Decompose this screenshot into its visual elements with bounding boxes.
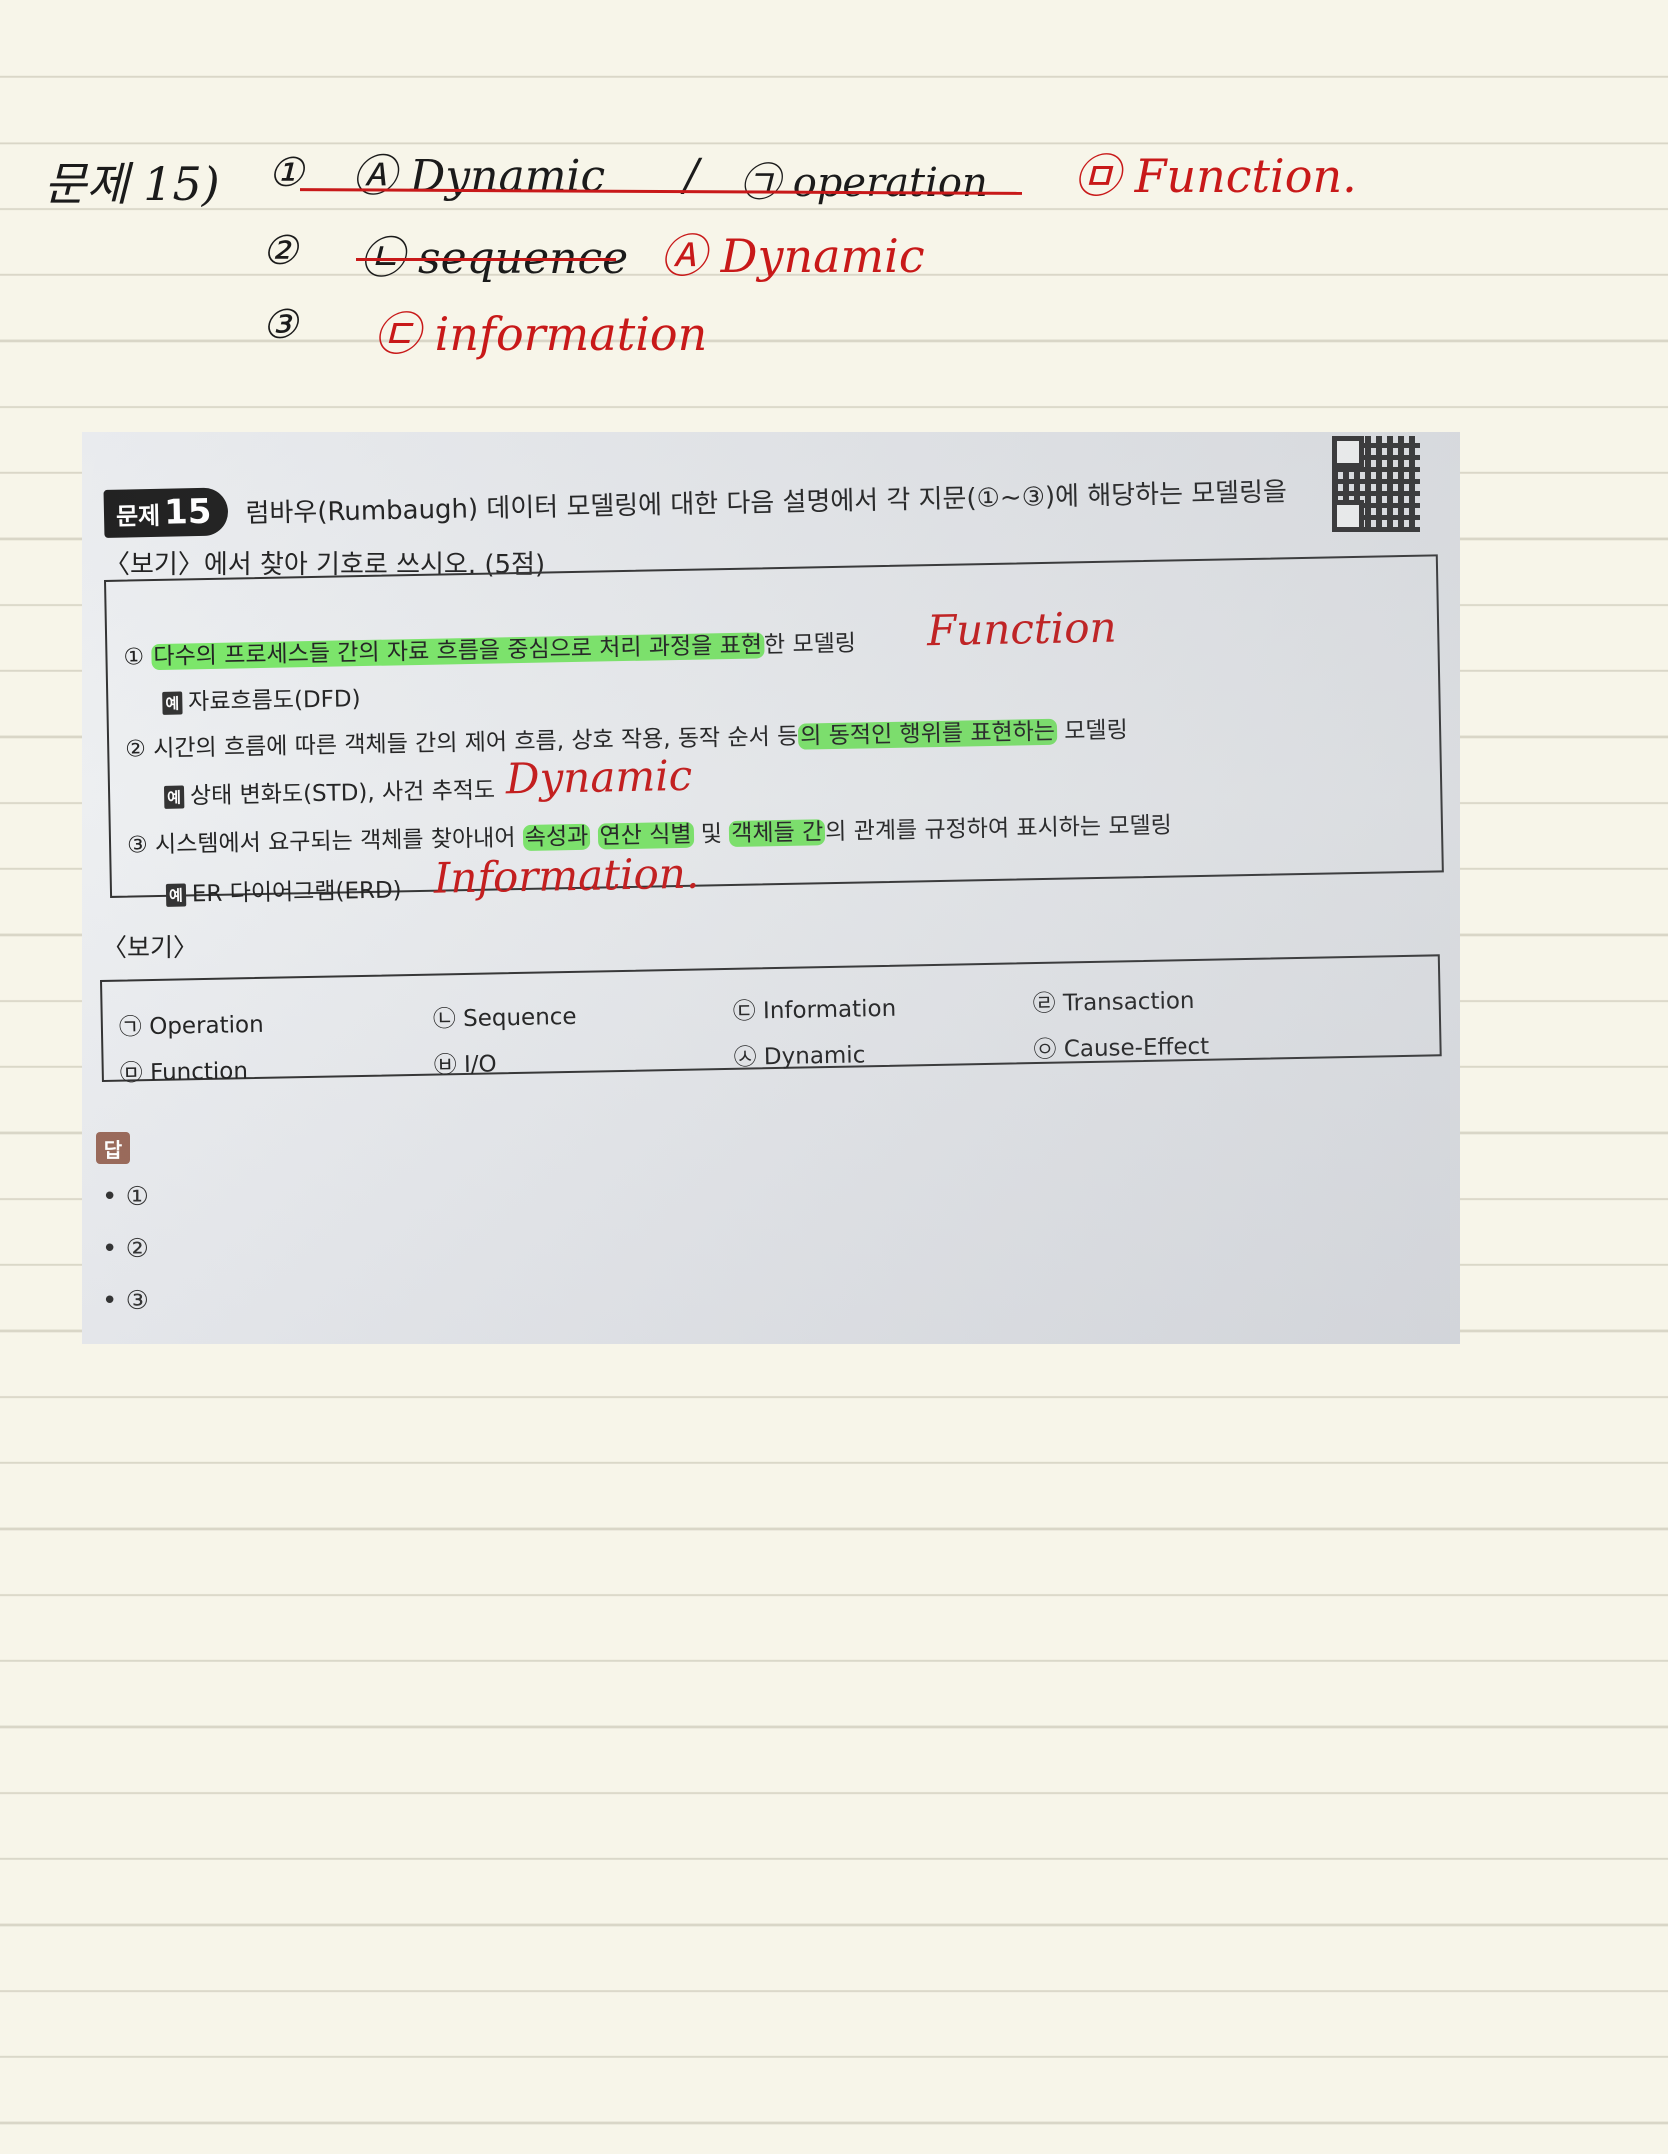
note-answer-1: ㉤ Function. bbox=[1074, 149, 1357, 203]
option-information: ㉢ Information bbox=[732, 995, 897, 1025]
statement-1: ① 다수의 프로세스들 간의 자료 흐름을 중심으로 처리 과정을 표현한 모델… bbox=[123, 630, 857, 671]
note-num-2: ② bbox=[262, 228, 298, 274]
statement-box: ① 다수의 프로세스들 간의 자료 흐름을 중심으로 처리 과정을 표현한 모델… bbox=[104, 554, 1444, 907]
bogi-label: 〈보기〉 bbox=[102, 933, 199, 962]
bogi-box: ㉠ Operation ㉡ Sequence ㉢ Information ㉣ T… bbox=[100, 954, 1442, 1087]
example-1: 예 자료흐름도(DFD) bbox=[162, 679, 361, 717]
option-function: ㉤ Function bbox=[119, 1058, 249, 1087]
example-3: 예 ER 다이어그램(ERD) bbox=[165, 870, 402, 909]
option-sequence: ㉡ Sequence bbox=[432, 1003, 577, 1033]
option-io: ㉥ I/O bbox=[433, 1051, 497, 1079]
qr-code bbox=[1332, 436, 1420, 532]
annotation-1: Function bbox=[926, 602, 1117, 656]
question-badge: 문제15 bbox=[103, 487, 228, 538]
option-dynamic: ㉦ Dynamic bbox=[733, 1042, 866, 1071]
answer-line-2: • ② bbox=[102, 1234, 149, 1264]
note-struck-2: ㉠ operation bbox=[740, 160, 988, 206]
highlight-3a: 속성과 bbox=[522, 823, 591, 852]
example-2: 예 상태 변화도(STD), 사건 추적도 bbox=[163, 771, 496, 811]
note-answer-2: Ⓐ Dynamic bbox=[660, 229, 925, 283]
answer-line-3: • ③ bbox=[102, 1286, 149, 1316]
answer-badge: 답 bbox=[96, 1132, 130, 1164]
option-cause-effect: ㉧ Cause-Effect bbox=[1033, 1033, 1210, 1064]
note-num-1: ① bbox=[268, 150, 304, 196]
highlight-3b: 연산 식별 bbox=[597, 821, 694, 850]
option-operation: ㉠ Operation bbox=[118, 1011, 264, 1041]
question-header: 문제15 럼바우(Rumbaugh) 데이터 모델링에 대한 다음 설명에서 각… bbox=[103, 465, 1287, 538]
question-text-line1: 럼바우(Rumbaugh) 데이터 모델링에 대한 다음 설명에서 각 지문(①… bbox=[245, 476, 1288, 529]
highlight-2: 의 동적인 행위를 표현하는 bbox=[798, 718, 1058, 750]
answer-line-1: • ① bbox=[102, 1182, 149, 1212]
example-tag-1: 예 bbox=[162, 691, 183, 715]
highlight-1: 다수의 프로세스들 간의 자료 흐름을 중심으로 처리 과정을 표현 bbox=[151, 632, 765, 671]
strike-line-2 bbox=[356, 258, 616, 261]
annotation-2: Dynamic bbox=[505, 750, 693, 804]
annotation-3: Information. bbox=[433, 848, 700, 903]
option-transaction: ㉣ Transaction bbox=[1032, 987, 1195, 1018]
note-struck-3: ㉡ sequence bbox=[360, 233, 629, 284]
note-num-3: ③ bbox=[262, 302, 298, 348]
note-answer-3: ㉢ information bbox=[374, 307, 708, 361]
example-tag-3: 예 bbox=[165, 883, 187, 907]
note-prefix: 문제 15) bbox=[44, 157, 220, 211]
highlight-3c: 객체들 간 bbox=[729, 819, 826, 848]
note-slash: / bbox=[684, 150, 699, 201]
textbook-photo: 문제15 럼바우(Rumbaugh) 데이터 모델링에 대한 다음 설명에서 각… bbox=[82, 432, 1460, 1344]
note-struck-1: Ⓐ Dynamic bbox=[352, 151, 606, 202]
example-tag-2: 예 bbox=[163, 785, 185, 809]
